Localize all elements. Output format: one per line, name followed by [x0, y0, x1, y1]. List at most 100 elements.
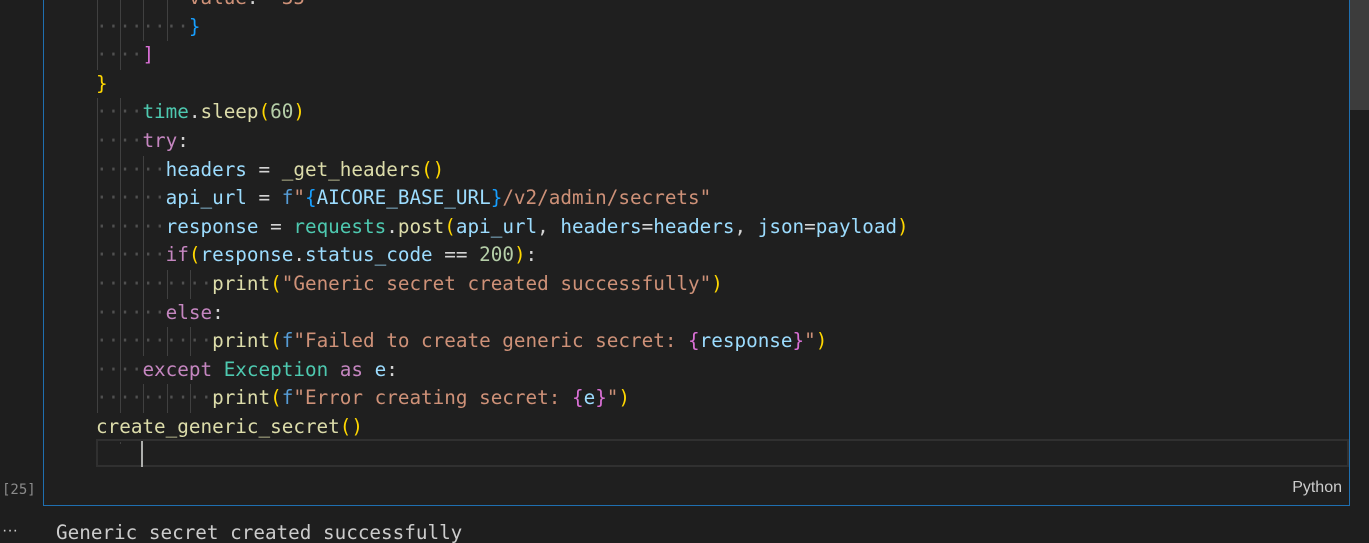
- code-token: f: [281, 386, 294, 410]
- output-more-icon[interactable]: ···: [2, 522, 18, 540]
- code-line[interactable]: ······headers = _get_headers(): [96, 155, 445, 185]
- code-token: status_code: [304, 243, 433, 267]
- language-selector[interactable]: Python: [1292, 479, 1342, 497]
- indent-guide: [120, 270, 122, 299]
- indent-guide: [120, 0, 122, 13]
- code-token: except: [142, 357, 213, 381]
- indent-guide: [143, 12, 145, 42]
- vertical-scrollbar[interactable]: [1350, 0, 1369, 110]
- code-token: (): [339, 415, 363, 438]
- code-token: requests: [293, 214, 387, 238]
- code-token: }: [595, 386, 607, 410]
- code-line[interactable]: ······if(response.status_code == 200):: [96, 241, 537, 270]
- code-line[interactable]: ····try:: [96, 127, 189, 156]
- code-token: "Error creating secret:: [293, 386, 572, 410]
- code-token: }: [96, 71, 108, 95]
- indent-guide: [97, 41, 98, 70]
- code-line[interactable]: ········}: [96, 12, 200, 42]
- code-token: .: [293, 243, 305, 267]
- code-token: ): [897, 214, 909, 238]
- code-token: print: [212, 329, 271, 353]
- code-token: :: [525, 243, 538, 267]
- code-token: _get_headers: [281, 157, 422, 181]
- code-line[interactable]: }: [96, 70, 108, 99]
- code-token: 60: [270, 100, 294, 124]
- code-token: =: [641, 214, 654, 238]
- indent-guide: [120, 98, 122, 127]
- code-line[interactable]: ··········print(f"Failed to create gener…: [96, 327, 827, 356]
- code-line[interactable]: ····]: [96, 41, 154, 70]
- code-token: e: [583, 386, 596, 410]
- code-token: ": [804, 329, 816, 353]
- code-token: (): [421, 157, 445, 181]
- code-line[interactable]: create_generic_secret(): [96, 413, 363, 442]
- indent-guide: [120, 41, 122, 70]
- code-token: response: [165, 214, 259, 238]
- code-token: sleep: [200, 100, 259, 124]
- whitespace: ······: [96, 186, 166, 210]
- code-token: ,: [537, 214, 561, 238]
- indent-guide: [143, 327, 145, 356]
- indent-guide: [97, 241, 98, 270]
- indent-guide: [143, 298, 145, 328]
- code-token: (: [270, 386, 282, 410]
- indent-guide: [120, 298, 122, 328]
- code-token: "Failed to create generic secret:: [293, 329, 689, 353]
- code-token: .: [188, 100, 201, 124]
- indent-guide: [120, 355, 122, 385]
- code-line[interactable]: ········value:··35: [96, 0, 305, 13]
- indent-guide: [120, 184, 122, 213]
- code-line[interactable]: ··········print(f"Error creating secret:…: [96, 384, 630, 413]
- indent-guide: [166, 327, 168, 356]
- code-token: :: [386, 357, 398, 381]
- code-token: (: [270, 329, 282, 353]
- code-token: else: [165, 300, 213, 324]
- code-token: time: [142, 100, 189, 124]
- code-token: try: [142, 129, 178, 152]
- code-token: f: [281, 186, 294, 210]
- indent-guide: [166, 0, 168, 13]
- code-token: "Generic secret created successfully": [281, 272, 712, 295]
- whitespace: ······: [96, 214, 166, 238]
- indent-guide: [166, 384, 168, 413]
- code-token: (: [188, 243, 201, 267]
- whitespace: ······: [96, 243, 166, 267]
- code-editor[interactable]: ········value:··35········}····]} ····tim…: [96, 0, 1346, 444]
- code-token: 35: [282, 0, 305, 9]
- code-line[interactable]: ······response = requests.post(api_url, …: [96, 212, 909, 242]
- code-token: payload: [815, 214, 898, 238]
- indent-guide: [120, 127, 122, 156]
- code-token: ,: [734, 214, 758, 238]
- code-token: as: [339, 357, 364, 381]
- code-token: if: [165, 243, 189, 267]
- code-token: Exception: [223, 357, 329, 381]
- code-line[interactable]: ······else:: [96, 298, 224, 328]
- code-line[interactable]: ····time.sleep(60): [96, 98, 305, 127]
- code-token: print: [212, 386, 271, 410]
- code-token: headers: [560, 214, 642, 238]
- indent-guide: [97, 327, 98, 356]
- code-token: response: [699, 329, 793, 353]
- notebook-view: ········value:··35········}····]} ····tim…: [0, 0, 1369, 543]
- code-token: =: [246, 157, 282, 181]
- code-token: :: [177, 129, 189, 152]
- code-line[interactable]: ··········print("Generic secret created …: [96, 270, 723, 299]
- code-line[interactable]: ······api_url = f"{AICORE_BASE_URL}/v2/a…: [96, 184, 711, 213]
- code-token: api_url: [455, 214, 538, 238]
- indent-guide: [120, 327, 122, 356]
- code-line[interactable]: ····except Exception as e:: [96, 355, 398, 385]
- code-token: post: [397, 214, 445, 238]
- code-token: json: [757, 214, 805, 238]
- indent-guide: [120, 212, 122, 242]
- indent-guide: [166, 12, 168, 42]
- code-token: headers: [165, 157, 247, 181]
- indent-guide: [143, 384, 145, 413]
- indent-guide: [143, 0, 145, 13]
- code-token: ): [618, 386, 631, 410]
- indent-guide: [97, 355, 98, 385]
- code-token: AICORE_BASE_URL: [316, 186, 491, 210]
- indent-guide: [97, 12, 98, 42]
